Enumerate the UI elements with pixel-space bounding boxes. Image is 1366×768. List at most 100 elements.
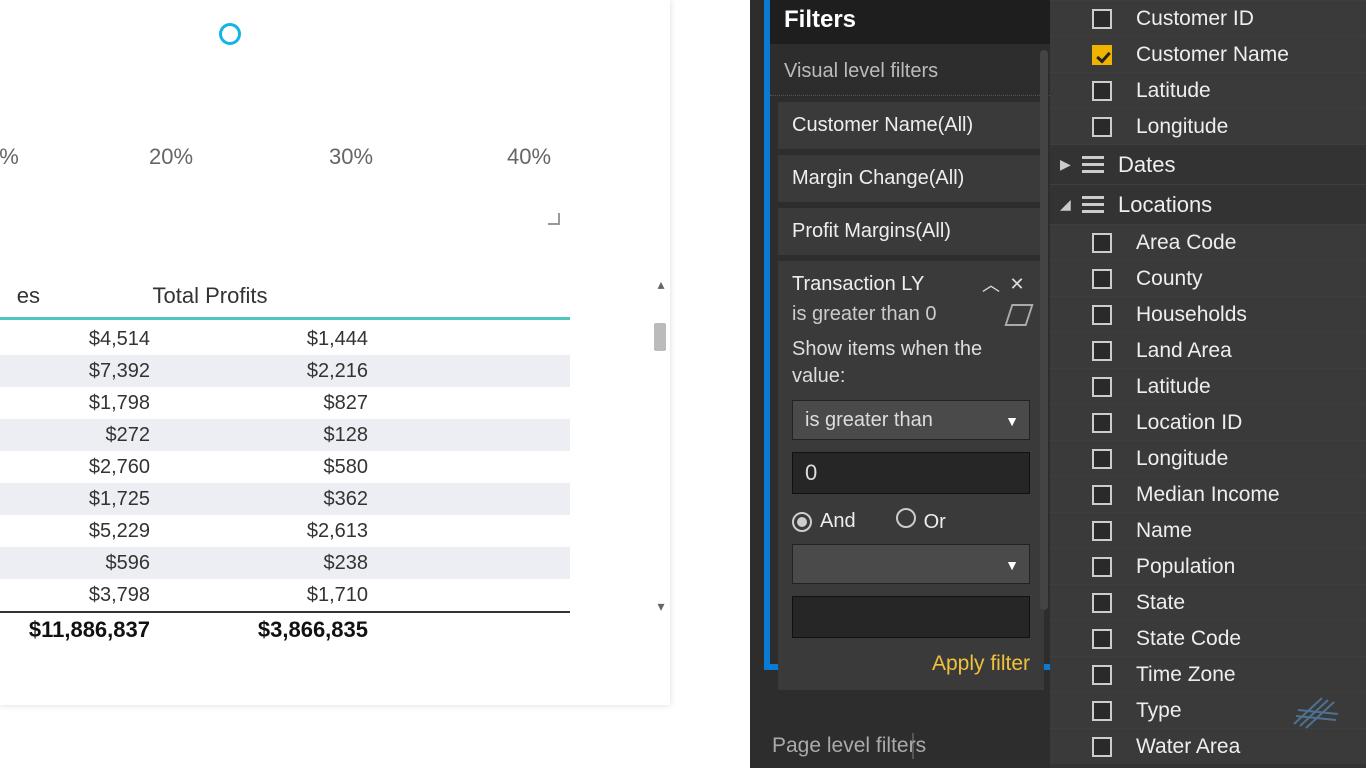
field-item[interactable]: County xyxy=(1050,260,1366,296)
field-item[interactable]: Households xyxy=(1050,296,1366,332)
field-label: Customer Name xyxy=(1136,43,1289,67)
checkbox-icon[interactable] xyxy=(1092,485,1112,505)
eraser-icon[interactable] xyxy=(1004,304,1033,326)
radio-icon xyxy=(896,508,916,528)
table-label: Locations xyxy=(1118,192,1212,218)
report-canvas: % 20% 30% 40% es Total Profits $4,514$1,… xyxy=(0,0,750,768)
apply-filter-button[interactable]: Apply filter xyxy=(792,652,1030,676)
chevron-right-icon[interactable]: ▶ xyxy=(1060,156,1078,173)
filters-scrollbar[interactable] xyxy=(1040,50,1048,610)
field-item[interactable]: Area Code xyxy=(1050,224,1366,260)
table-row[interactable]: $1,798$827 xyxy=(0,387,570,419)
field-item[interactable]: Time Zone xyxy=(1050,656,1366,692)
checkbox-icon[interactable] xyxy=(1092,9,1112,29)
checkbox-icon[interactable] xyxy=(1092,449,1112,469)
checkbox-icon[interactable] xyxy=(1092,701,1112,721)
filter-card-expanded: Transaction LY ︿ ✕ is greater than 0 Sho… xyxy=(778,261,1044,690)
column-header[interactable]: es xyxy=(0,283,40,309)
field-label: State xyxy=(1136,591,1185,615)
table-row[interactable]: $7,392$2,216 xyxy=(0,355,570,387)
logic-and-radio[interactable]: And xyxy=(792,510,856,533)
field-item[interactable]: Customer Name xyxy=(1050,36,1366,72)
operator-select[interactable]: is greater than ▼ xyxy=(792,400,1030,440)
table-scrollbar[interactable]: ▴ ▾ xyxy=(652,275,670,615)
field-label: Time Zone xyxy=(1136,663,1236,687)
chevron-down-icon[interactable]: ◢ xyxy=(1060,196,1078,213)
field-item[interactable]: Water Area xyxy=(1050,728,1366,764)
table-item[interactable]: ◢ Locations xyxy=(1050,184,1366,224)
field-item[interactable]: State Code xyxy=(1050,620,1366,656)
checkbox-icon[interactable] xyxy=(1092,557,1112,577)
checkbox-icon[interactable] xyxy=(1092,233,1112,253)
field-item[interactable]: Longitude xyxy=(1050,108,1366,144)
table-row[interactable]: $4,514$1,444 xyxy=(0,323,570,355)
checkbox-icon[interactable] xyxy=(1092,305,1112,325)
operator2-select[interactable]: ▼ xyxy=(792,544,1030,584)
checkbox-icon[interactable] xyxy=(1092,341,1112,361)
close-icon[interactable]: ✕ xyxy=(1004,274,1030,295)
field-label: Name xyxy=(1136,519,1192,543)
field-item[interactable]: Latitude xyxy=(1050,72,1366,108)
checkbox-icon[interactable] xyxy=(1092,81,1112,101)
checkbox-icon[interactable] xyxy=(1092,117,1112,137)
scatter-visual[interactable]: % 20% 30% 40% xyxy=(0,0,560,225)
table-row[interactable]: $272$128 xyxy=(0,419,570,451)
value2-input[interactable] xyxy=(792,596,1030,638)
field-item[interactable]: Customer ID xyxy=(1050,0,1366,36)
checkbox-icon[interactable] xyxy=(1092,629,1112,649)
table-body: $4,514$1,444 $7,392$2,216 $1,798$827 $27… xyxy=(0,323,570,611)
chevron-down-icon: ▼ xyxy=(1005,557,1019,573)
field-item[interactable]: Population xyxy=(1050,548,1366,584)
x-tick: 40% xyxy=(507,144,551,170)
column-header[interactable]: Total Profits xyxy=(120,283,300,309)
x-axis: % 20% 30% 40% xyxy=(1,144,559,174)
logic-or-radio[interactable]: Or xyxy=(896,508,946,534)
filter-name[interactable]: Transaction LY xyxy=(792,273,978,296)
table-row[interactable]: $3,798$1,710 xyxy=(0,579,570,611)
field-item[interactable]: Name xyxy=(1050,512,1366,548)
filter-card[interactable]: Customer Name(All) xyxy=(778,102,1044,149)
x-tick: % xyxy=(0,144,19,170)
filters-highlight: Filters Visual level filters Customer Na… xyxy=(764,0,1050,670)
table-row[interactable]: $596$238 xyxy=(0,547,570,579)
filter-card[interactable]: Margin Change(All) xyxy=(778,155,1044,202)
field-item[interactable]: Location ID xyxy=(1050,404,1366,440)
field-label: Customer ID xyxy=(1136,7,1254,31)
table-row[interactable]: $1,725$362 xyxy=(0,483,570,515)
checkbox-icon[interactable] xyxy=(1092,521,1112,541)
checkbox-icon[interactable] xyxy=(1092,377,1112,397)
field-item[interactable]: Latitude xyxy=(1050,368,1366,404)
checkbox-icon[interactable] xyxy=(1092,737,1112,757)
filters-title: Filters xyxy=(770,0,1050,44)
field-label: Households xyxy=(1136,303,1247,327)
table-row[interactable]: $2,760$580 xyxy=(0,451,570,483)
field-item[interactable]: Land Area xyxy=(1050,332,1366,368)
filters-pane: Filters Visual level filters Customer Na… xyxy=(750,0,1050,768)
checkbox-icon[interactable] xyxy=(1092,45,1112,65)
scroll-thumb[interactable] xyxy=(654,323,666,351)
table-item[interactable]: ▶Dates xyxy=(1050,144,1366,184)
value-input[interactable] xyxy=(792,452,1030,494)
field-label: Latitude xyxy=(1136,375,1211,399)
chevron-up-icon[interactable]: ︿ xyxy=(978,271,1004,297)
scroll-up-icon[interactable]: ▴ xyxy=(652,275,670,293)
field-item[interactable]: Median Income xyxy=(1050,476,1366,512)
field-item[interactable]: Type xyxy=(1050,692,1366,728)
checkbox-icon[interactable] xyxy=(1092,269,1112,289)
visual-filters-heading: Visual level filters xyxy=(770,44,1050,96)
filter-summary: is greater than 0 xyxy=(792,303,937,326)
page-filters-heading: Page level filters xyxy=(772,734,926,758)
table-visual[interactable]: es Total Profits $4,514$1,444 $7,392$2,2… xyxy=(0,275,570,675)
field-label: County xyxy=(1136,267,1203,291)
field-item[interactable]: State xyxy=(1050,584,1366,620)
x-tick: 30% xyxy=(329,144,373,170)
filter-card[interactable]: Profit Margins(All) xyxy=(778,208,1044,255)
checkbox-icon[interactable] xyxy=(1092,665,1112,685)
scroll-down-icon[interactable]: ▾ xyxy=(652,597,670,615)
table-row[interactable]: $5,229$2,613 xyxy=(0,515,570,547)
checkbox-icon[interactable] xyxy=(1092,413,1112,433)
field-item[interactable]: Longitude xyxy=(1050,440,1366,476)
data-point[interactable] xyxy=(219,23,241,45)
checkbox-icon[interactable] xyxy=(1092,593,1112,613)
page-surface: % 20% 30% 40% es Total Profits $4,514$1,… xyxy=(0,0,670,705)
